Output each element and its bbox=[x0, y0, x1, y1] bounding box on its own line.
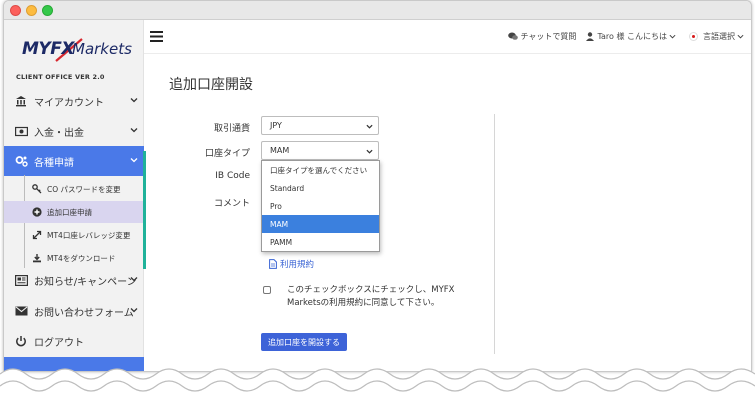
envelope-icon bbox=[14, 304, 28, 318]
language-menu[interactable]: 言語選択 bbox=[689, 31, 747, 42]
chevron-down-icon bbox=[130, 158, 138, 163]
chevron-down-icon bbox=[366, 149, 373, 154]
logo-markets: Markets bbox=[72, 40, 132, 58]
user-menu[interactable]: Taro 様 こんにちは bbox=[586, 31, 679, 42]
bank-icon bbox=[14, 94, 28, 108]
dropdown-option[interactable]: Pro bbox=[262, 197, 379, 215]
document-icon bbox=[269, 259, 277, 269]
ib-code-label: IB Code bbox=[215, 171, 250, 181]
chevron-down-icon bbox=[130, 98, 138, 103]
newspaper-icon bbox=[14, 273, 28, 287]
chevron-down-icon bbox=[366, 124, 373, 129]
sidebar-item-label: お知らせ/キャンペーン bbox=[34, 276, 137, 288]
torn-edge-decoration bbox=[0, 368, 755, 398]
sidebar-item-logout[interactable]: ログアウト bbox=[4, 326, 144, 356]
account-type-select[interactable]: MAM bbox=[261, 141, 379, 160]
open-account-button[interactable]: 追加口座を開設する bbox=[261, 333, 347, 351]
sidebar-item-applications[interactable]: 各種申請 bbox=[4, 146, 144, 176]
sidebar-item-my-account[interactable]: マイアカウント bbox=[4, 86, 144, 116]
dropdown-option-highlighted[interactable]: MAM bbox=[262, 215, 379, 233]
chat-link[interactable]: チャットで質問 bbox=[507, 31, 577, 42]
top-bar: チャットで質問 Taro 様 こんにちは 言語選択 bbox=[144, 20, 751, 54]
chevron-down-icon bbox=[130, 308, 138, 313]
sidebar-item-label: お問い合わせフォーム bbox=[34, 307, 134, 319]
sidebar: MYFX Markets CLIENT OFFICE VER 2.0 マイアカウ… bbox=[4, 20, 144, 371]
gears-icon bbox=[14, 154, 28, 168]
terms-link-label: 利用規約 bbox=[280, 260, 315, 270]
terms-link[interactable]: 利用規約 bbox=[269, 258, 314, 270]
form-divider bbox=[494, 114, 495, 354]
chevron-down-icon bbox=[130, 128, 138, 133]
submenu-item-label: MT4口座レバレッジ変更 bbox=[47, 230, 131, 240]
version-label: CLIENT OFFICE VER 2.0 bbox=[16, 73, 105, 81]
language-label: 言語選択 bbox=[703, 32, 735, 41]
sidebar-item-contact-form[interactable]: お問い合わせフォーム bbox=[4, 296, 144, 326]
currency-label: 取引通貨 bbox=[213, 124, 250, 134]
submenu-item-leverage[interactable]: MT4口座レバレッジ変更 bbox=[4, 224, 144, 246]
close-window-button[interactable] bbox=[10, 5, 21, 16]
main-content: 追加口座開設 取引通貨 JPY 口座タイプ MAM IB Code コメント 口… bbox=[144, 54, 751, 371]
sidebar-item-label: 各種申請 bbox=[34, 157, 74, 169]
sidebar-item-label: ログアウト bbox=[34, 337, 84, 349]
currency-value: JPY bbox=[270, 121, 282, 130]
top-right-menu: チャットで質問 Taro 様 こんにちは 言語選択 bbox=[498, 31, 747, 42]
hamburger-menu-icon[interactable] bbox=[150, 31, 163, 42]
account-type-label: 口座タイプ bbox=[204, 149, 250, 159]
user-icon bbox=[586, 32, 595, 41]
submenu-item-label: MT4をダウンロード bbox=[47, 253, 116, 263]
agree-checkbox[interactable] bbox=[263, 286, 271, 294]
japan-flag-icon bbox=[689, 32, 698, 41]
chevron-down-icon bbox=[737, 34, 744, 39]
user-greeting: Taro 様 こんにちは bbox=[597, 32, 667, 41]
account-type-value: MAM bbox=[270, 146, 290, 155]
chevron-down-icon bbox=[130, 277, 138, 282]
maximize-window-button[interactable] bbox=[42, 5, 53, 16]
sidebar-item-news-campaign[interactable]: お知らせ/キャンペーン bbox=[4, 265, 144, 295]
sidebar-item-label: マイアカウント bbox=[34, 97, 104, 109]
logo-myfx: MYFX bbox=[22, 39, 74, 59]
sidebar-item-deposit-withdraw[interactable]: 入金・出金 bbox=[4, 116, 144, 146]
submenu-item-change-password[interactable]: CO パスワードを変更 bbox=[4, 178, 144, 200]
key-icon bbox=[32, 184, 42, 194]
dropdown-option[interactable]: 口座タイプを選んでください bbox=[262, 161, 379, 179]
chat-label: チャットで質問 bbox=[520, 32, 577, 41]
agree-text: このチェックボックスにチェックし、MYFX Marketsの利用規約に同意して下… bbox=[287, 285, 455, 308]
browser-window: MYFX Markets CLIENT OFFICE VER 2.0 マイアカウ… bbox=[3, 0, 752, 372]
submenu-item-label: CO パスワードを変更 bbox=[47, 184, 121, 194]
expand-arrows-icon bbox=[32, 230, 42, 240]
minimize-window-button[interactable] bbox=[26, 5, 37, 16]
chevron-down-icon bbox=[669, 34, 676, 39]
page-title: 追加口座開設 bbox=[169, 77, 253, 93]
plus-circle-icon bbox=[32, 207, 42, 217]
logo[interactable]: MYFX Markets bbox=[22, 37, 132, 63]
submenu-item-add-account[interactable]: 追加口座申請 bbox=[4, 201, 144, 223]
title-bar bbox=[4, 1, 751, 20]
chat-icon bbox=[507, 32, 518, 40]
sidebar-item-label: 入金・出金 bbox=[34, 127, 84, 139]
dropdown-option[interactable]: Standard bbox=[262, 179, 379, 197]
power-icon bbox=[14, 334, 28, 348]
account-type-dropdown: 口座タイプを選んでください Standard Pro MAM PAMM bbox=[261, 160, 380, 252]
download-icon bbox=[32, 253, 42, 263]
submenu-item-label: 追加口座申請 bbox=[47, 207, 92, 217]
applications-submenu: CO パスワードを変更 追加口座申請 MT4口座レバレッジ変更 MT4をダウンロ… bbox=[4, 175, 144, 268]
comment-label: コメント bbox=[213, 199, 250, 209]
money-icon bbox=[14, 124, 28, 138]
dropdown-option[interactable]: PAMM bbox=[262, 233, 379, 251]
currency-select[interactable]: JPY bbox=[261, 116, 379, 135]
